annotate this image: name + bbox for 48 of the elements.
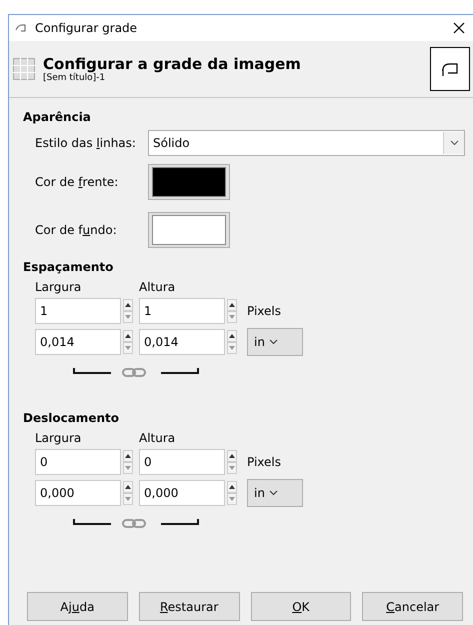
spinner-arrows-icon[interactable]: [123, 450, 133, 474]
spinner-arrows-icon[interactable]: [227, 299, 237, 323]
spinner-arrows-icon[interactable]: [123, 330, 133, 354]
dialog-button[interactable]: Cancelar: [362, 592, 463, 621]
chevron-down-icon: [268, 339, 278, 345]
field-label: Estilo das linhas:: [35, 136, 137, 150]
section-heading: Espaçamento: [23, 260, 114, 274]
unit-dropdown[interactable]: in: [247, 328, 303, 356]
line-style-dropdown[interactable]: Sólido: [148, 130, 465, 156]
unit-label: Pixels: [247, 304, 282, 318]
unit-dropdown[interactable]: in: [247, 479, 303, 507]
input-field[interactable]: 0: [35, 449, 121, 475]
chain-link-icon[interactable]: [73, 517, 199, 529]
input-field[interactable]: 0,014: [139, 329, 225, 355]
app-icon: [15, 23, 27, 33]
chain-link-icon[interactable]: [73, 366, 199, 378]
column-label: Altura: [139, 280, 176, 294]
spinner-arrows-icon[interactable]: [227, 481, 237, 505]
field-label: Cor de fundo:: [35, 223, 118, 237]
input-field[interactable]: 0,014: [35, 329, 121, 355]
input-field[interactable]: 1: [35, 298, 121, 324]
section-heading: Deslocamento: [23, 411, 120, 425]
spinner-arrows-icon[interactable]: [227, 450, 237, 474]
dialog-button[interactable]: OK: [250, 592, 352, 621]
spinner-arrows-icon[interactable]: [123, 299, 133, 323]
grid-icon: [13, 58, 35, 80]
close-icon[interactable]: [451, 22, 467, 34]
input-field[interactable]: 0: [139, 449, 225, 475]
dialog-heading: Configurar a grade da imagem: [43, 55, 302, 73]
return-arrow-icon: [441, 61, 459, 77]
column-label: Altura: [139, 431, 176, 445]
field-label: Cor de frente:: [35, 175, 120, 189]
column-label: Largura: [35, 280, 82, 294]
spinner-arrows-icon[interactable]: [227, 330, 237, 354]
chevron-down-icon: [268, 490, 278, 496]
image-name: [Sem título]-1: [43, 73, 106, 83]
section-heading: Aparência: [23, 110, 92, 124]
input-field[interactable]: 0,000: [139, 480, 225, 506]
dialog-button[interactable]: Restaurar: [138, 592, 240, 621]
input-field[interactable]: 0,000: [35, 480, 121, 506]
dialog-button[interactable]: Ajuda: [27, 592, 128, 621]
chevron-down-icon: [450, 140, 458, 146]
reset-button[interactable]: [430, 47, 470, 91]
spinner-arrows-icon[interactable]: [123, 481, 133, 505]
input-field[interactable]: 1: [139, 298, 225, 324]
unit-label: Pixels: [247, 455, 282, 469]
window-title: Configurar grade: [35, 21, 138, 35]
column-label: Largura: [35, 431, 82, 445]
